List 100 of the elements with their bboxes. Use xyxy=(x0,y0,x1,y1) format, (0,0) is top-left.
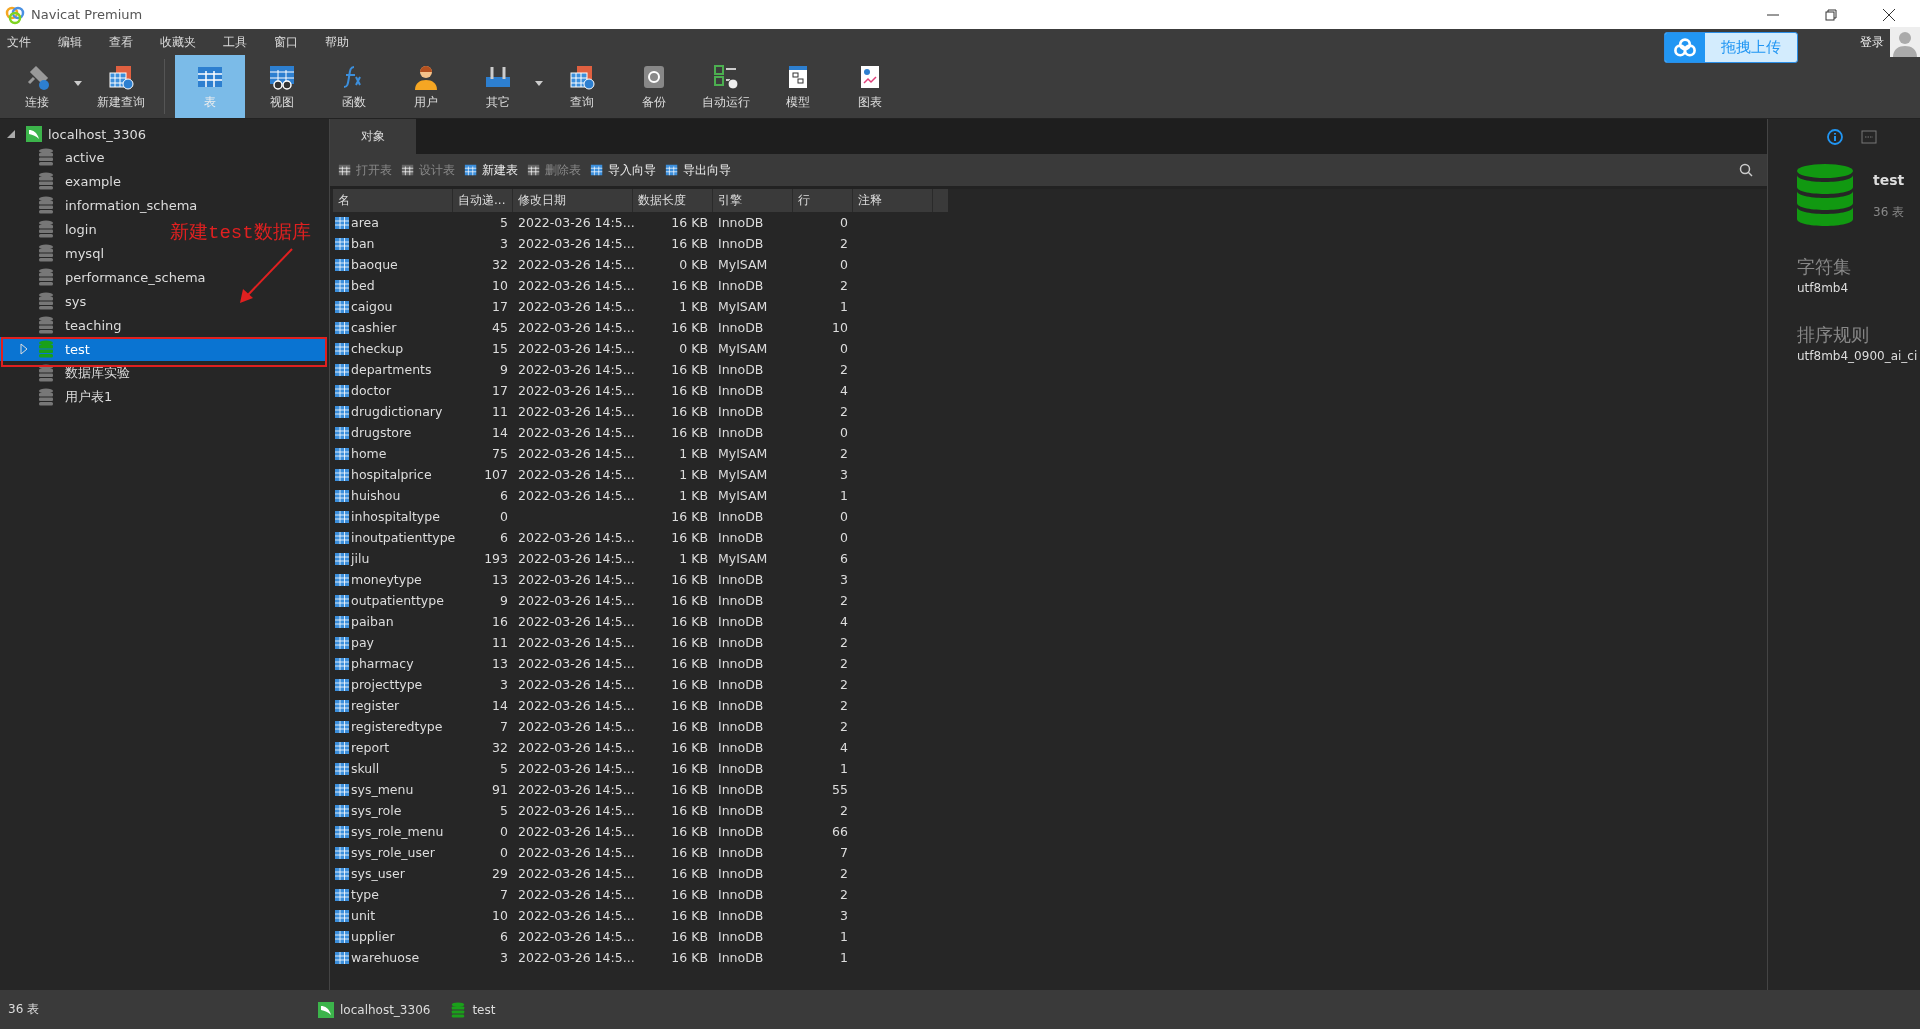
table-icon xyxy=(335,257,349,272)
toolbar-button[interactable]: 函数 xyxy=(319,55,389,118)
table-cell-text: 2022-03-26 14:5... xyxy=(517,761,633,776)
tree-item[interactable]: example xyxy=(0,169,127,193)
tree-item[interactable]: 数据库实验 xyxy=(0,361,136,385)
toolbar-button[interactable]: 模型 xyxy=(763,55,833,118)
table-cell-text: 4 xyxy=(839,383,849,398)
close-icon[interactable] xyxy=(1882,7,1896,22)
table-icon xyxy=(335,635,349,650)
table-cell-text: 2022-03-26 14:5... xyxy=(517,257,633,272)
caret-icon[interactable] xyxy=(535,81,543,86)
expand-arrow-icon[interactable] xyxy=(20,343,28,355)
menu-item[interactable]: 工具 xyxy=(223,33,247,51)
login-link[interactable]: 登录 xyxy=(1860,33,1884,51)
table-cell-text: 2022-03-26 14:5... xyxy=(517,341,633,356)
toolbar-button[interactable]: 用户 xyxy=(391,55,461,118)
search-icon[interactable] xyxy=(1739,163,1753,177)
table-cell-text: InnoDB xyxy=(717,278,765,293)
table-cell-text: InnoDB xyxy=(717,614,765,629)
table-cell-text: 2022-03-26 14:5... xyxy=(517,362,633,377)
info-icon[interactable] xyxy=(1827,129,1843,145)
tree-item[interactable]: login xyxy=(0,217,103,241)
table-cell-text: InnoDB xyxy=(717,719,765,734)
table-cell-text: 2022-03-26 14:5... xyxy=(517,782,633,797)
toolbar-button[interactable]: 备份 xyxy=(619,55,689,118)
tree-item[interactable]: mysql xyxy=(0,241,110,265)
table-cell-text: 2 xyxy=(839,866,849,881)
caret-icon[interactable] xyxy=(74,81,82,86)
table-cell-text: 16 KB xyxy=(670,593,709,608)
table-cell: pay xyxy=(333,635,453,650)
menu-item[interactable]: 文件 xyxy=(7,33,31,51)
table-cell-text: 5 xyxy=(499,803,509,818)
toolbar-button[interactable]: 自动运行 xyxy=(691,55,761,118)
table-cell-text: MyISAM xyxy=(717,341,769,356)
column-header[interactable]: 引擎 xyxy=(713,189,793,212)
menu-item[interactable]: 帮助 xyxy=(325,33,349,51)
table-cell-text: 16 KB xyxy=(670,362,709,377)
table-icon xyxy=(335,446,349,461)
table-cell-text: 2022-03-26 14:5... xyxy=(517,593,633,608)
table-cell-text: 16 KB xyxy=(670,320,709,335)
table-cell-text: 16 KB xyxy=(670,929,709,944)
tree-item[interactable]: localhost_3306 xyxy=(0,123,329,145)
column-header[interactable]: 名 xyxy=(333,189,453,212)
table-cell: skull xyxy=(333,761,453,776)
table-cell-text: 2 xyxy=(839,698,849,713)
menu-item[interactable]: 编辑 xyxy=(58,33,82,51)
table-cell-text: 16 KB xyxy=(670,509,709,524)
column-header[interactable]: 行 xyxy=(793,189,853,212)
menu-item[interactable]: 收藏夹 xyxy=(160,33,196,51)
tree-item[interactable]: test xyxy=(0,337,327,361)
tree-item[interactable]: teaching xyxy=(0,313,128,337)
table-cell: checkup xyxy=(333,341,453,356)
table-cell: home xyxy=(333,446,453,461)
table-cell-text: InnoDB xyxy=(717,362,765,377)
toolbar-button[interactable]: 查询 xyxy=(547,55,617,118)
table-cell-text: 2022-03-26 14:5... xyxy=(517,215,633,230)
column-header[interactable]: 注释 xyxy=(853,189,933,212)
tree-item[interactable]: active xyxy=(0,145,111,169)
expand-arrow-icon[interactable] xyxy=(6,129,16,139)
table-cell-text: 16 KB xyxy=(670,866,709,881)
table-cell-text: 3 xyxy=(839,572,849,587)
toolbar-button[interactable]: 图表 xyxy=(835,55,905,118)
table-icon xyxy=(335,593,349,608)
tree-item[interactable]: sys xyxy=(0,289,93,313)
toolbar-button[interactable]: 新建表 xyxy=(464,161,518,179)
connection-icon xyxy=(26,126,42,142)
table-cell: jilu xyxy=(333,551,453,566)
toolbar-button[interactable]: 导出向导 xyxy=(665,161,731,179)
toolbar-button[interactable]: 导入向导 xyxy=(590,161,656,179)
toolbar-button[interactable]: 新建查询 xyxy=(86,55,156,118)
table-cell-text: InnoDB xyxy=(717,698,765,713)
table-cell-text: 2022-03-26 14:5... xyxy=(517,929,633,944)
menu-item[interactable]: 查看 xyxy=(109,33,133,51)
restore-icon[interactable] xyxy=(1824,7,1838,22)
table-cell-text: InnoDB xyxy=(717,866,765,881)
column-header[interactable]: 数据长度 xyxy=(633,189,713,212)
column-header[interactable]: 修改日期 xyxy=(513,189,633,212)
tree-item[interactable]: 用户表1 xyxy=(0,385,119,409)
table-cell-text: 16 KB xyxy=(670,614,709,629)
tree-item[interactable]: performance_schema xyxy=(0,265,212,289)
table-cell-text: 16 KB xyxy=(670,803,709,818)
table-cell-text: MyISAM xyxy=(717,257,769,272)
table-cell-text: InnoDB xyxy=(717,929,765,944)
tab[interactable]: 对象 xyxy=(330,119,416,154)
toolbar-button[interactable]: 视图 xyxy=(247,55,317,118)
menu-item[interactable]: 窗口 xyxy=(274,33,298,51)
table-cell-text: 2022-03-26 14:5... xyxy=(517,278,633,293)
table-icon xyxy=(335,467,349,482)
table-cell-text: InnoDB xyxy=(717,887,765,902)
column-header[interactable]: 自动递... xyxy=(453,189,513,212)
toolbar-button[interactable]: 其它 xyxy=(463,55,533,118)
table-cell-text: MyISAM xyxy=(717,551,769,566)
table-cell-text: 6 xyxy=(839,551,849,566)
table-cell-text: 2022-03-26 14:5... xyxy=(517,425,633,440)
tree-item[interactable]: information_schema xyxy=(0,193,204,217)
table-icon xyxy=(335,824,349,839)
toolbar-button[interactable]: 连接 xyxy=(2,55,72,118)
table-cell-text: 2022-03-26 14:5... xyxy=(517,404,633,419)
table-cell-text: 16 KB xyxy=(670,740,709,755)
table-cell-text: 7 xyxy=(499,887,509,902)
